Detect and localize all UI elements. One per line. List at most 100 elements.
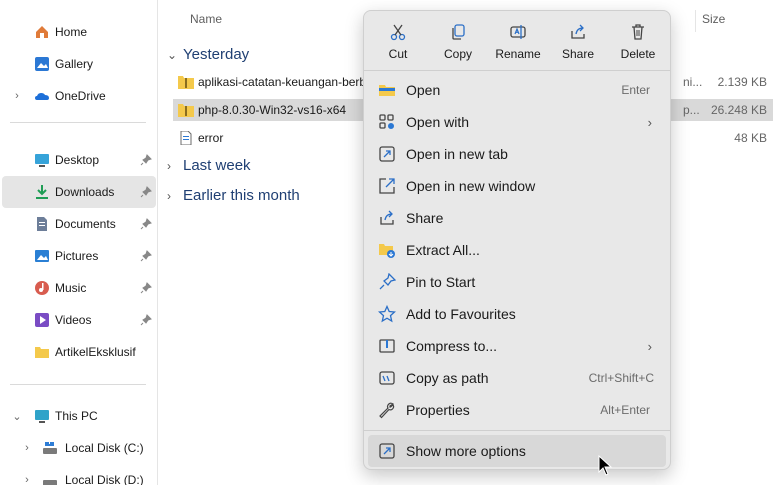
menu-item-pin-to-start[interactable]: Pin to Start <box>368 266 666 298</box>
column-header-size[interactable]: Size <box>702 12 725 26</box>
videos-icon <box>35 313 49 327</box>
open-with-icon <box>379 114 394 129</box>
zip-folder-icon <box>178 76 194 89</box>
chevron-down-icon[interactable]: ⌄ <box>12 411 22 423</box>
menu-item-label: Open in new window <box>406 178 536 194</box>
drive-icon <box>43 442 57 454</box>
menu-item-label: Open in new tab <box>406 146 508 162</box>
menu-item-share[interactable]: Share <box>368 202 666 234</box>
sidebar-item-label: Local Disk (C:) <box>65 441 144 455</box>
pin-icon <box>379 273 396 290</box>
menu-item-add-to-favourites[interactable]: Add to Favourites <box>368 298 666 330</box>
file-name: error <box>198 131 224 145</box>
home-icon <box>36 26 48 38</box>
sidebar-item-label: This PC <box>55 409 98 423</box>
chevron-right-icon[interactable]: › <box>22 442 32 454</box>
menu-item-compress-to[interactable]: Compress to... › <box>368 330 666 362</box>
menu-separator <box>364 70 670 71</box>
sidebar-item-documents[interactable]: Documents <box>2 208 156 240</box>
sidebar-item-label: Local Disk (D:) <box>65 473 144 485</box>
menu-item-open-in-new-tab[interactable]: Open in new tab <box>368 138 666 170</box>
sidebar-item-home[interactable]: Home <box>2 16 156 48</box>
sidebar-item-label: Music <box>55 281 87 295</box>
file-type: ni... <box>683 75 703 89</box>
menu-item-open-in-new-window[interactable]: Open in new window <box>368 170 666 202</box>
sidebar-item-label: Documents <box>55 217 116 231</box>
menu-item-properties[interactable]: Properties Alt+Enter <box>368 394 666 426</box>
group-label: Yesterday <box>183 46 250 63</box>
music-icon <box>35 281 49 295</box>
pin-icon <box>140 250 152 262</box>
sidebar-item-desktop[interactable]: Desktop <box>2 144 156 176</box>
sidebar-item-music[interactable]: Music <box>2 272 156 304</box>
menu-item-label: Show more options <box>406 443 526 459</box>
folder-icon <box>35 347 49 358</box>
chevron-right-icon[interactable]: › <box>12 90 22 102</box>
pictures-icon <box>35 250 49 262</box>
chevron-right-icon: › <box>647 114 652 130</box>
cut-button[interactable]: Cut <box>369 15 427 67</box>
sidebar-item-videos[interactable]: Videos <box>2 304 156 336</box>
menu-item-open-with[interactable]: Open with › <box>368 106 666 138</box>
chevron-right-icon: › <box>647 338 652 354</box>
downloads-icon <box>36 185 48 199</box>
menu-item-show-more-options[interactable]: Show more options <box>368 435 666 467</box>
file-type: p... <box>683 103 700 117</box>
pin-icon <box>140 314 152 326</box>
mouse-cursor-icon <box>598 455 613 476</box>
menu-item-shortcut: Ctrl+Shift+C <box>588 371 654 385</box>
sidebar-item-local-disk-d[interactable]: › Local Disk (D:) <box>2 464 156 485</box>
file-size: 26.248 KB <box>710 103 767 117</box>
menu-item-label: Extract All... <box>406 242 480 258</box>
trash-icon <box>632 24 644 40</box>
sidebar-item-onedrive[interactable]: › OneDrive <box>2 80 156 112</box>
share-button[interactable]: Share <box>549 15 607 67</box>
column-separator[interactable] <box>695 10 696 32</box>
context-menu: Cut Copy Rename Share Delete Open Enter … <box>363 10 671 470</box>
menu-item-label: Open <box>406 82 441 98</box>
open-folder-icon <box>379 85 395 96</box>
onedrive-icon <box>35 93 49 100</box>
group-header-earlier-this-month[interactable]: › Earlier this month <box>167 187 300 204</box>
copy-label: Copy <box>443 47 472 61</box>
sidebar-item-label: Downloads <box>55 185 115 199</box>
group-header-last-week[interactable]: › Last week <box>167 157 251 174</box>
menu-item-label: Pin to Start <box>406 274 476 290</box>
share-label: Share <box>561 47 595 61</box>
group-header-yesterday[interactable]: ⌄ Yesterday <box>167 46 249 63</box>
menu-item-open[interactable]: Open Enter <box>368 74 666 106</box>
file-name: php-8.0.30-Win32-vs16-x64 <box>198 103 347 117</box>
menu-item-label: Properties <box>406 402 470 418</box>
pin-icon <box>140 282 152 294</box>
rename-button[interactable]: Rename <box>489 15 547 67</box>
sidebar-divider <box>10 122 146 123</box>
sidebar-item-gallery[interactable]: Gallery <box>2 48 156 80</box>
sidebar-item-pictures[interactable]: Pictures <box>2 240 156 272</box>
chevron-right-icon: › <box>167 158 171 173</box>
column-header-name[interactable]: Name <box>190 12 222 26</box>
star-icon <box>378 305 396 323</box>
menu-item-label: Compress to... <box>406 338 498 354</box>
sidebar-item-label: Videos <box>55 313 92 327</box>
sidebar-item-label: Desktop <box>55 153 100 167</box>
desktop-icon <box>35 154 49 167</box>
group-label: Last week <box>183 157 251 174</box>
copy-button[interactable]: Copy <box>429 15 487 67</box>
sidebar-item-artikeleksklusif[interactable]: ArtikelEksklusif <box>2 336 156 368</box>
more-options-icon <box>379 443 395 459</box>
cut-label: Cut <box>388 47 408 61</box>
menu-item-copy-as-path[interactable]: Copy as path Ctrl+Shift+C <box>368 362 666 394</box>
menu-item-extract-all[interactable]: Extract All... <box>368 234 666 266</box>
sidebar-item-downloads[interactable]: Downloads <box>2 176 156 208</box>
delete-button[interactable]: Delete <box>609 15 667 67</box>
rename-label: Rename <box>495 47 541 61</box>
chevron-right-icon[interactable]: › <box>22 474 32 485</box>
sidebar-item-label: Home <box>55 25 88 39</box>
rename-icon <box>510 25 526 39</box>
sidebar-item-this-pc[interactable]: ⌄ This PC <box>2 400 156 432</box>
navigation-pane: Home Gallery › OneDrive Desktop Download… <box>0 0 158 485</box>
pin-icon <box>140 218 152 230</box>
menu-item-label: Add to Favourites <box>406 306 516 322</box>
chevron-right-icon: › <box>167 188 171 203</box>
sidebar-item-local-disk-c[interactable]: › Local Disk (C:) <box>2 432 156 464</box>
